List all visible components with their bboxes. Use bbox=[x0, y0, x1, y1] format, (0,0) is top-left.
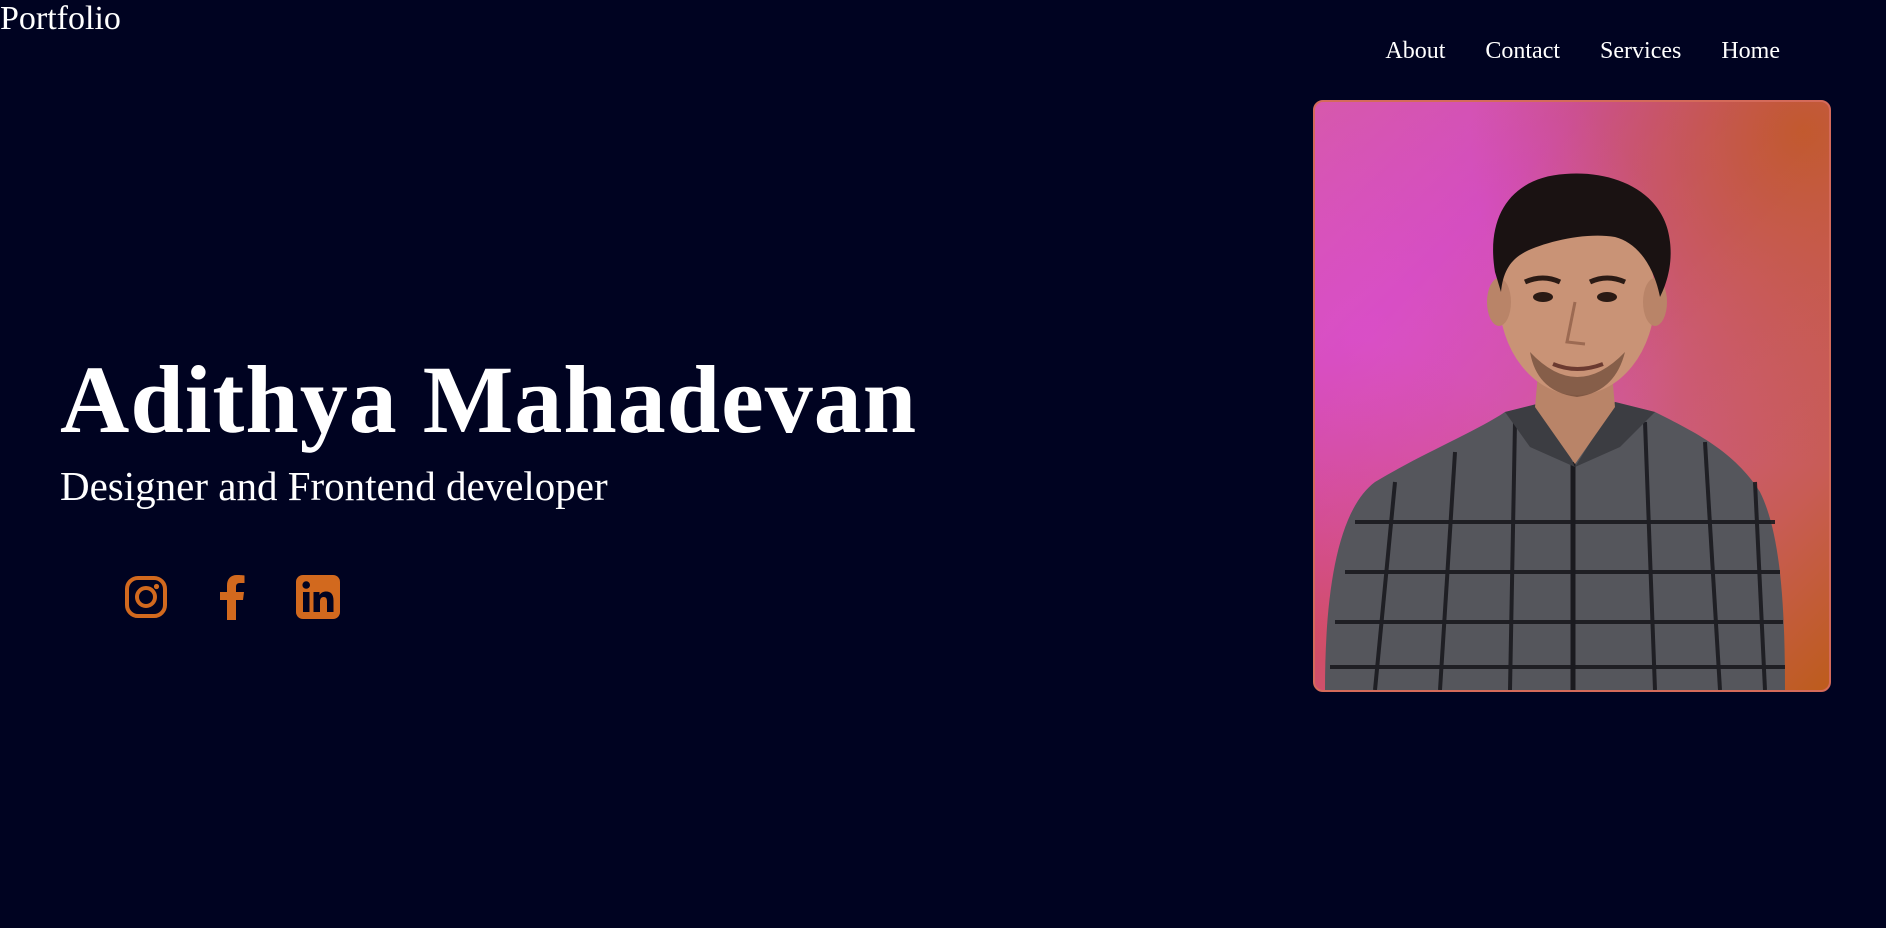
profile-photo bbox=[1313, 100, 1831, 692]
hero-role: Designer and Frontend developer bbox=[60, 463, 608, 509]
nav-link-home[interactable]: Home bbox=[1721, 36, 1780, 66]
facebook-icon bbox=[220, 575, 245, 620]
person-portrait-illustration bbox=[1325, 173, 1785, 690]
main-nav: About Contact Services Home bbox=[1385, 36, 1780, 66]
linkedin-link[interactable] bbox=[296, 573, 340, 621]
site-logo[interactable]: Portfolio bbox=[0, 0, 121, 38]
hero-name: Adithya Mahadevan bbox=[60, 346, 918, 453]
nav-link-contact[interactable]: Contact bbox=[1485, 36, 1560, 66]
instagram-link[interactable] bbox=[124, 573, 168, 621]
instagram-icon bbox=[125, 576, 167, 618]
social-links bbox=[124, 573, 340, 621]
hero-section: Adithya Mahadevan Designer and Frontend … bbox=[60, 345, 917, 511]
facebook-link[interactable] bbox=[210, 573, 254, 621]
nav-link-services[interactable]: Services bbox=[1600, 36, 1681, 66]
linkedin-icon bbox=[296, 575, 340, 619]
nav-link-about[interactable]: About bbox=[1385, 36, 1445, 66]
page: Portfolio About Contact Services Home Ad… bbox=[0, 0, 1886, 928]
